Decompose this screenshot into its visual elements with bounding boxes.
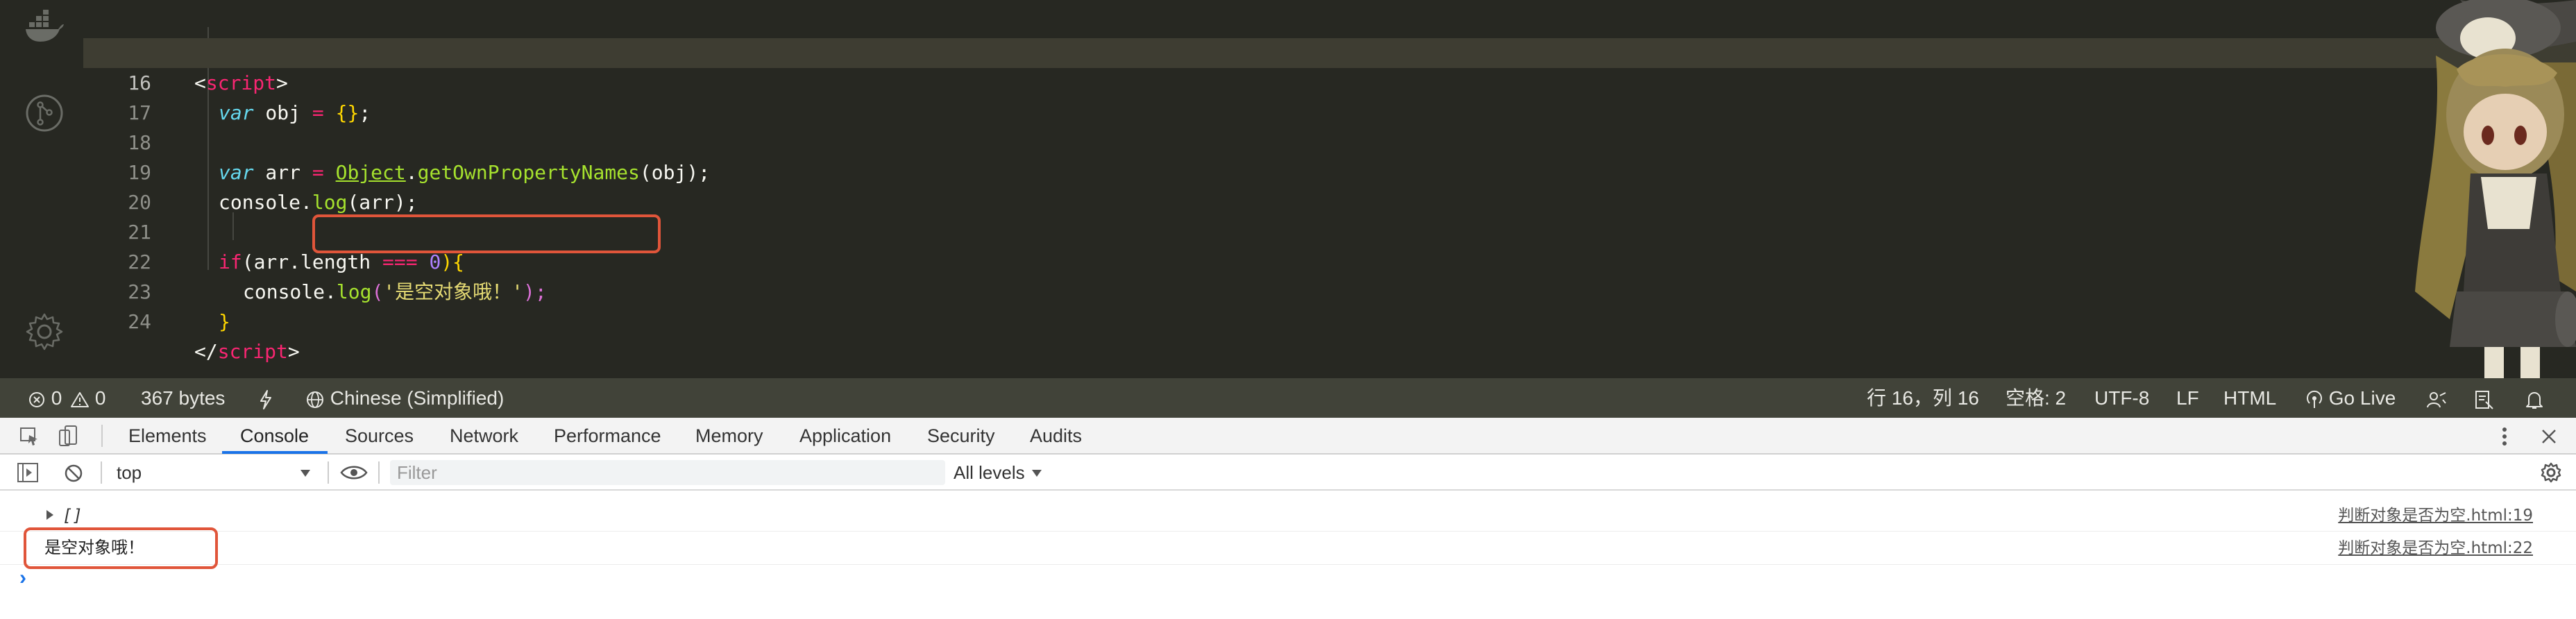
notifications-bell-icon[interactable] (2525, 378, 2544, 418)
divider (328, 461, 329, 484)
chevron-down-icon (300, 470, 310, 477)
status-bar: 0 0 367 bytes Chinese (Simplified) 行 16，… (0, 378, 2576, 418)
code-line-20: 20 (83, 158, 2576, 214)
code-line-24: 24 </script> (83, 277, 2576, 363)
inspect-element-icon[interactable] (19, 427, 40, 446)
background-mascot-image (2415, 0, 2576, 378)
code-line-15: 15 <script> (83, 8, 2576, 94)
chevron-down-icon (1032, 470, 1042, 477)
tab-elements[interactable]: Elements (128, 418, 207, 455)
error-count: 0 (51, 387, 62, 409)
console-message[interactable]: [] 判断对象是否为空.html:19 (0, 500, 2576, 532)
line-number: 24 (128, 310, 151, 333)
tab-network[interactable]: Network (450, 418, 518, 455)
globe-icon (307, 391, 323, 408)
show-sidebar-icon[interactable] (17, 462, 39, 483)
language-pack-status[interactable]: Chinese (Simplified) (305, 378, 504, 418)
language-mode[interactable]: HTML (2223, 378, 2276, 418)
highlight-box (24, 527, 218, 569)
problems-indicator[interactable]: 0 0 (28, 378, 106, 418)
indentation[interactable]: 空格: 2 (2006, 378, 2066, 418)
code-area[interactable]: 15 <script> 16 var obj = {}; 17 18 var a… (83, 0, 2576, 378)
warning-count: 0 (94, 387, 106, 409)
error-icon (29, 391, 44, 407)
go-live-button[interactable]: Go Live (2305, 378, 2396, 418)
broadcast-icon (2307, 390, 2322, 408)
console-toolbar: top All levels (0, 455, 2576, 491)
devtools-tab-bar: Elements Console Sources Network Perform… (0, 418, 2576, 455)
code-line-16: 16 var obj = {}; (83, 38, 2576, 124)
divider (101, 425, 103, 447)
context-selector-value: top (117, 462, 142, 483)
more-options-icon[interactable] (2500, 426, 2509, 447)
console-source-link[interactable]: 判断对象是否为空.html:22 (2338, 532, 2533, 565)
close-devtools-icon[interactable] (2540, 427, 2558, 446)
gear-icon[interactable] (24, 311, 65, 353)
code-line-19: 19 console.log(arr); (83, 128, 2576, 214)
context-selector[interactable]: top (111, 455, 319, 491)
filter-input[interactable] (396, 460, 937, 485)
tab-sources[interactable]: Sources (345, 418, 414, 455)
divider (378, 461, 380, 484)
warning-icon (71, 391, 90, 407)
console-settings-gear-icon[interactable] (2540, 461, 2562, 484)
code-line-17: 17 (83, 68, 2576, 124)
code-editor[interactable]: 15 <script> 16 var obj = {}; 17 18 var a… (0, 0, 2576, 378)
console-prompt[interactable]: › (0, 566, 2576, 619)
console-message[interactable]: 是空对象哦！ 判断对象是否为空.html:22 (0, 532, 2576, 565)
encoding[interactable]: UTF-8 (2094, 378, 2149, 418)
code-line-18: 18 var arr = Object.getOwnPropertyNames(… (83, 98, 2576, 184)
devtools-panel: Elements Console Sources Network Perform… (0, 418, 2576, 619)
expand-triangle-icon[interactable] (46, 509, 54, 520)
tab-security[interactable]: Security (927, 418, 995, 455)
line-ending[interactable]: LF (2176, 378, 2199, 418)
feedback-icon[interactable] (2473, 378, 2494, 418)
highlight-box (312, 214, 661, 253)
code-line-21: 21 if(arr.length === 0){ (83, 187, 2576, 273)
console-source-link[interactable]: 判断对象是否为空.html:19 (2338, 500, 2533, 532)
tab-application[interactable]: Application (799, 418, 891, 455)
activity-bar (6, 0, 83, 378)
docker-icon[interactable] (24, 6, 65, 47)
cursor-position[interactable]: 行 16，列 16 (1867, 378, 1979, 418)
tab-audits[interactable]: Audits (1030, 418, 1082, 455)
lightning-icon[interactable] (258, 378, 273, 418)
go-live-label: Go Live (2328, 387, 2396, 409)
tab-memory[interactable]: Memory (695, 418, 763, 455)
filter-box (390, 460, 945, 485)
device-toolbar-icon[interactable] (58, 425, 78, 447)
git-icon[interactable] (24, 92, 65, 134)
live-share-icon[interactable] (2426, 378, 2447, 418)
tab-console[interactable]: Console (240, 418, 309, 455)
file-size: 367 bytes (141, 387, 226, 409)
log-levels-dropdown[interactable]: All levels (954, 455, 1058, 491)
log-levels-label: All levels (954, 462, 1025, 483)
active-tab-indicator (222, 451, 328, 454)
divider (101, 461, 102, 484)
clear-console-icon[interactable] (63, 463, 84, 484)
eye-icon[interactable] (340, 464, 368, 481)
language-pack-label: Chinese (Simplified) (330, 387, 505, 409)
tab-performance[interactable]: Performance (554, 418, 661, 455)
prompt-caret: › (19, 566, 26, 589)
